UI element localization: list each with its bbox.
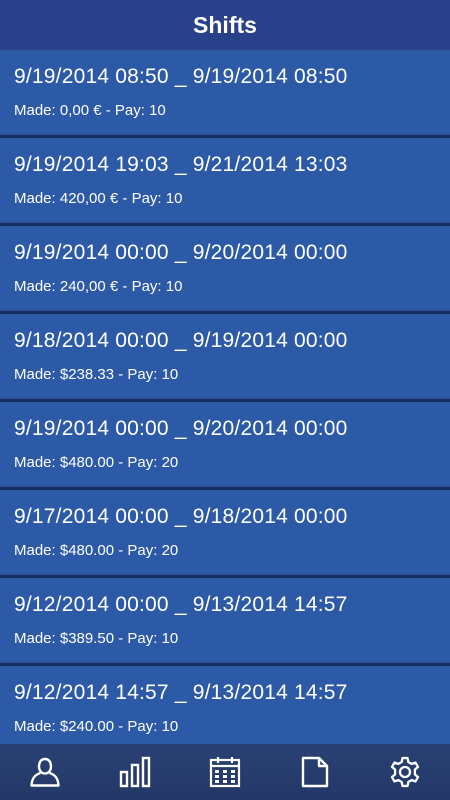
header-bar: Shifts: [0, 0, 450, 50]
shift-detail: Made: $240.00 - Pay: 10: [14, 718, 179, 735]
tab-statistics[interactable]: [105, 744, 165, 800]
document-icon: [301, 756, 329, 788]
shift-range: 9/19/2014 08:50 _ 9/19/2014 08:50: [14, 65, 348, 88]
shift-range: 9/19/2014 00:00 _ 9/20/2014 00:00: [14, 417, 348, 440]
bottom-tab-bar: [0, 744, 450, 800]
tab-calendar[interactable]: [195, 744, 255, 800]
shift-range: 9/18/2014 00:00 _ 9/19/2014 00:00: [14, 329, 348, 352]
shift-range: 9/19/2014 19:03 _ 9/21/2014 13:03: [14, 153, 348, 176]
bar-chart-icon: [119, 756, 151, 788]
shift-list-item[interactable]: 9/17/2014 00:00 _ 9/18/2014 00:00 Made: …: [0, 490, 450, 575]
shift-list[interactable]: 9/19/2014 08:50 _ 9/19/2014 08:50 Made: …: [0, 50, 450, 744]
shift-detail: Made: $480.00 - Pay: 20: [14, 454, 179, 471]
shift-detail: Made: 240,00 € - Pay: 10: [14, 278, 183, 295]
person-icon: [30, 757, 60, 787]
shift-detail: Made: 0,00 € - Pay: 10: [14, 102, 166, 119]
tab-profile[interactable]: [15, 744, 75, 800]
shift-list-item[interactable]: 9/19/2014 00:00 _ 9/20/2014 00:00 Made: …: [0, 402, 450, 487]
shift-list-item[interactable]: 9/19/2014 19:03 _ 9/21/2014 13:03 Made: …: [0, 138, 450, 223]
shift-range: 9/12/2014 00:00 _ 9/13/2014 14:57: [14, 593, 348, 616]
shift-detail: Made: $238.33 - Pay: 10: [14, 366, 179, 383]
shift-range: 9/12/2014 14:57 _ 9/13/2014 14:57: [14, 681, 348, 704]
shift-detail: Made: $480.00 - Pay: 20: [14, 542, 179, 559]
tab-settings[interactable]: [375, 744, 435, 800]
shift-list-item[interactable]: 9/18/2014 00:00 _ 9/19/2014 00:00 Made: …: [0, 314, 450, 399]
shift-range: 9/17/2014 00:00 _ 9/18/2014 00:00: [14, 505, 348, 528]
shift-list-item[interactable]: 9/12/2014 00:00 _ 9/13/2014 14:57 Made: …: [0, 578, 450, 663]
shift-range: 9/19/2014 00:00 _ 9/20/2014 00:00: [14, 241, 348, 264]
shift-detail: Made: 420,00 € - Pay: 10: [14, 190, 183, 207]
tab-documents[interactable]: [285, 744, 345, 800]
shift-list-item[interactable]: 9/19/2014 08:50 _ 9/19/2014 08:50 Made: …: [0, 50, 450, 135]
shift-detail: Made: $389.50 - Pay: 10: [14, 630, 179, 647]
shift-list-item[interactable]: 9/12/2014 14:57 _ 9/13/2014 14:57 Made: …: [0, 666, 450, 744]
shift-list-item[interactable]: 9/19/2014 00:00 _ 9/20/2014 00:00 Made: …: [0, 226, 450, 311]
gear-icon: [390, 756, 420, 788]
calendar-icon: [209, 757, 241, 788]
page-title: Shifts: [193, 11, 257, 38]
